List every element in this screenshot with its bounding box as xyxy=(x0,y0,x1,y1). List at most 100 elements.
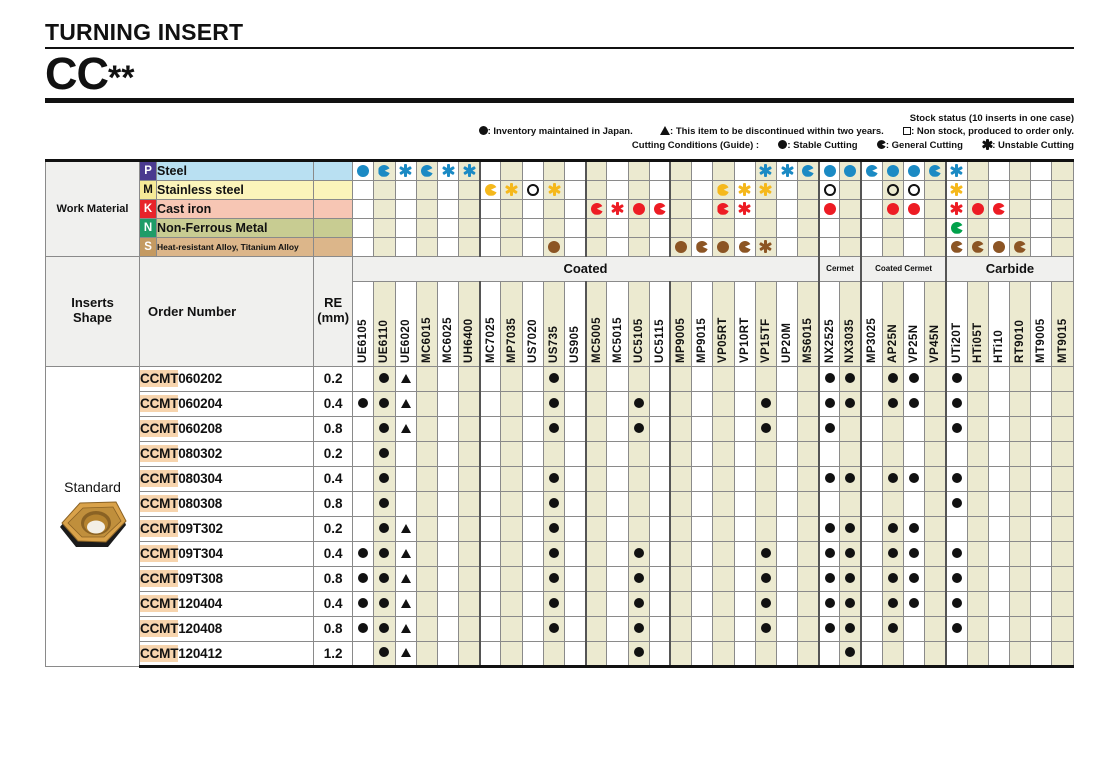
availability-cell[interactable] xyxy=(944,640,968,668)
availability-cell[interactable] xyxy=(415,415,438,442)
availability-cell[interactable] xyxy=(584,615,608,642)
availability-cell[interactable] xyxy=(733,615,756,642)
table-row[interactable]: CCMT120408 0.8 xyxy=(46,615,1074,642)
availability-cell[interactable] xyxy=(627,390,650,417)
availability-cell[interactable] xyxy=(903,390,926,417)
availability-cell[interactable] xyxy=(436,515,460,542)
availability-cell[interactable] xyxy=(881,515,905,542)
availability-cell[interactable] xyxy=(712,415,735,442)
availability-cell[interactable] xyxy=(924,490,947,517)
availability-cell[interactable] xyxy=(627,440,650,467)
table-row[interactable]: CCMT120404 0.4 xyxy=(46,590,1074,617)
availability-cell[interactable] xyxy=(648,565,671,592)
availability-cell[interactable] xyxy=(584,365,608,392)
grade-header-MP3025[interactable]: MP3025 xyxy=(860,280,883,367)
availability-cell[interactable] xyxy=(881,590,905,617)
availability-cell[interactable] xyxy=(839,415,862,442)
availability-cell[interactable] xyxy=(966,515,989,542)
availability-cell[interactable] xyxy=(436,565,460,592)
availability-cell[interactable] xyxy=(691,365,714,392)
grade-header-VP25N[interactable]: VP25N xyxy=(903,280,926,367)
availability-cell[interactable] xyxy=(754,640,777,668)
availability-cell[interactable] xyxy=(500,390,523,417)
availability-cell[interactable] xyxy=(1030,565,1053,592)
availability-cell[interactable] xyxy=(903,540,926,567)
availability-cell[interactable] xyxy=(839,440,862,467)
grade-header-US905[interactable]: US905 xyxy=(564,280,587,367)
availability-cell[interactable] xyxy=(924,365,947,392)
availability-cell[interactable] xyxy=(627,590,650,617)
availability-cell[interactable] xyxy=(691,440,714,467)
availability-cell[interactable] xyxy=(860,415,883,442)
availability-cell[interactable] xyxy=(394,565,417,592)
availability-cell[interactable] xyxy=(584,640,608,668)
availability-cell[interactable] xyxy=(966,415,989,442)
availability-cell[interactable] xyxy=(924,390,947,417)
table-row[interactable]: CCMT120412 1.2 xyxy=(46,640,1074,668)
availability-cell[interactable] xyxy=(944,365,968,392)
availability-cell[interactable] xyxy=(564,590,587,617)
availability-cell[interactable] xyxy=(564,615,587,642)
availability-cell[interactable] xyxy=(648,390,671,417)
availability-cell[interactable] xyxy=(1030,365,1053,392)
availability-cell[interactable] xyxy=(903,615,926,642)
availability-cell[interactable] xyxy=(987,590,1010,617)
availability-cell[interactable] xyxy=(903,515,926,542)
availability-cell[interactable] xyxy=(500,465,523,492)
availability-cell[interactable] xyxy=(839,590,862,617)
availability-cell[interactable] xyxy=(817,390,841,417)
availability-cell[interactable] xyxy=(712,565,735,592)
availability-cell[interactable] xyxy=(584,490,608,517)
availability-cell[interactable] xyxy=(1030,515,1053,542)
availability-cell[interactable] xyxy=(436,615,460,642)
availability-cell[interactable] xyxy=(564,415,587,442)
availability-cell[interactable] xyxy=(881,490,905,517)
availability-cell[interactable] xyxy=(754,390,777,417)
availability-cell[interactable] xyxy=(1008,390,1032,417)
availability-cell[interactable] xyxy=(775,365,799,392)
availability-cell[interactable] xyxy=(712,615,735,642)
availability-cell[interactable] xyxy=(458,515,481,542)
availability-cell[interactable] xyxy=(817,540,841,567)
availability-cell[interactable] xyxy=(733,640,756,668)
availability-cell[interactable] xyxy=(797,415,820,442)
availability-cell[interactable] xyxy=(500,440,523,467)
availability-cell[interactable] xyxy=(754,415,777,442)
table-row[interactable]: CCMT080304 0.4 xyxy=(46,465,1074,492)
availability-cell[interactable] xyxy=(903,465,926,492)
availability-cell[interactable] xyxy=(775,515,799,542)
availability-cell[interactable] xyxy=(966,540,989,567)
availability-cell[interactable] xyxy=(521,640,544,668)
availability-cell[interactable] xyxy=(1051,390,1074,417)
grade-header-UE6020[interactable]: UE6020 xyxy=(394,280,417,367)
table-row[interactable]: CCMT060208 0.8 xyxy=(46,415,1074,442)
grade-header-UH6400[interactable]: UH6400 xyxy=(458,280,481,367)
availability-cell[interactable] xyxy=(733,415,756,442)
availability-cell[interactable] xyxy=(1051,490,1074,517)
availability-cell[interactable] xyxy=(478,640,502,668)
availability-cell[interactable] xyxy=(966,565,989,592)
availability-cell[interactable] xyxy=(458,415,481,442)
availability-cell[interactable] xyxy=(839,490,862,517)
availability-cell[interactable] xyxy=(606,640,629,668)
availability-cell[interactable] xyxy=(500,615,523,642)
availability-cell[interactable] xyxy=(691,515,714,542)
availability-cell[interactable] xyxy=(924,640,947,668)
availability-cell[interactable] xyxy=(648,640,671,668)
availability-cell[interactable] xyxy=(521,365,544,392)
availability-cell[interactable] xyxy=(944,490,968,517)
availability-cell[interactable] xyxy=(712,390,735,417)
availability-cell[interactable] xyxy=(881,365,905,392)
availability-cell[interactable] xyxy=(627,640,650,668)
availability-cell[interactable] xyxy=(966,490,989,517)
availability-cell[interactable] xyxy=(352,565,375,592)
availability-cell[interactable] xyxy=(542,540,566,567)
availability-cell[interactable] xyxy=(860,515,883,542)
availability-cell[interactable] xyxy=(500,490,523,517)
availability-cell[interactable] xyxy=(924,415,947,442)
availability-cell[interactable] xyxy=(648,365,671,392)
availability-cell[interactable] xyxy=(352,390,375,417)
availability-cell[interactable] xyxy=(352,415,375,442)
availability-cell[interactable] xyxy=(564,465,587,492)
availability-cell[interactable] xyxy=(394,615,417,642)
